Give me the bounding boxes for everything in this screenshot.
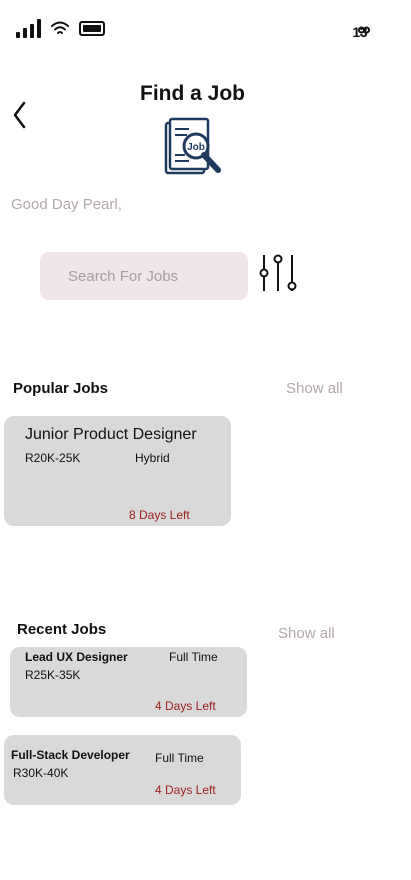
search-placeholder: Search For Jobs (68, 267, 179, 285)
recent-jobs-title: Recent Jobs (17, 621, 107, 638)
recent-show-all-link[interactable]: Show all (278, 625, 335, 642)
filter-sliders-icon[interactable] (258, 253, 298, 293)
wifi-icon (51, 21, 69, 34)
search-input[interactable]: Search For Jobs (40, 252, 248, 300)
job-days-left: 8 Days Left (129, 508, 190, 522)
signal-icon (16, 18, 41, 38)
status-bar-icons (16, 18, 105, 38)
job-title: Lead UX Designer (25, 650, 128, 664)
logo-text: Job (187, 142, 205, 153)
recent-job-card[interactable]: Full-Stack Developer R30K-40K Full Time … (4, 735, 241, 805)
page-title: Find a Job (140, 82, 245, 105)
job-salary: R20K-25K (25, 451, 81, 465)
job-days-left: 4 Days Left (155, 783, 216, 797)
job-salary: R30K-40K (13, 766, 69, 780)
recent-job-card[interactable]: Lead UX Designer R25K-35K Full Time 4 Da… (10, 647, 247, 717)
job-title: Full-Stack Developer (11, 748, 130, 762)
job-days-left: 4 Days Left (155, 699, 216, 713)
popular-show-all-link[interactable]: Show all (286, 380, 343, 397)
job-type: Full Time (155, 751, 204, 765)
job-title: Junior Product Designer (25, 426, 197, 443)
popular-jobs-title: Popular Jobs (13, 380, 109, 397)
greeting: Good Day Pearl, (11, 196, 122, 213)
popular-job-card[interactable]: Junior Product Designer R20K-25K Hybrid … (4, 416, 231, 526)
job-type: Hybrid (135, 451, 170, 465)
status-extra-icon (358, 26, 370, 34)
battery-icon (79, 21, 105, 36)
job-type: Full Time (169, 650, 218, 664)
job-salary: R25K-35K (25, 668, 81, 682)
job-search-logo-icon: Job (164, 117, 221, 175)
